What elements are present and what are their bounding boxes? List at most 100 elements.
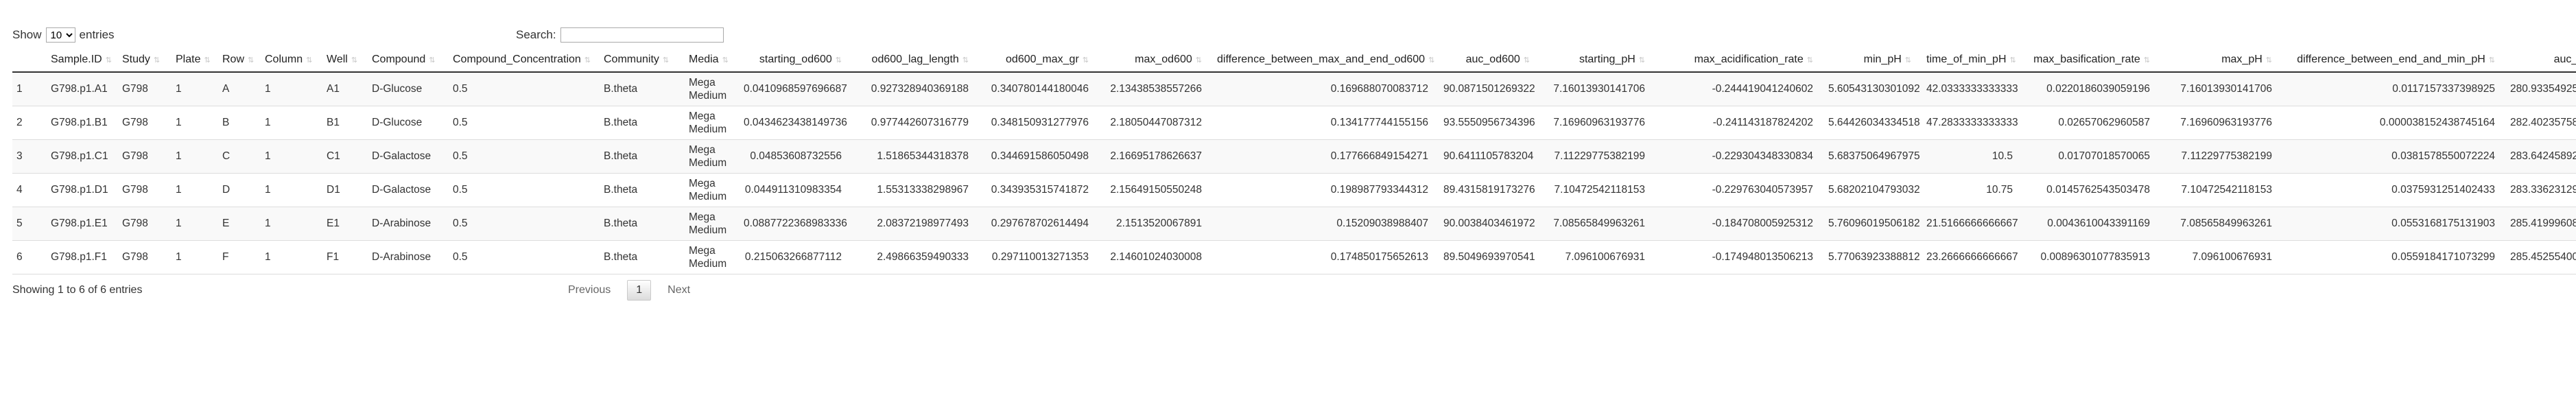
next-button[interactable]: Next — [661, 280, 697, 301]
column-header[interactable]: Study ⇅ — [118, 48, 172, 73]
column-header-label: max_basification_rate — [2033, 54, 2140, 65]
page-1-button[interactable]: 1 — [627, 280, 652, 301]
table-cell: 7.16013930141706 — [1541, 72, 1656, 106]
table-cell: 2.14601024030008 — [1100, 240, 1213, 274]
table-cell: D-Arabinose — [368, 240, 449, 274]
column-header[interactable]: max_basification_rate ⇅ — [2024, 48, 2161, 73]
column-header[interactable]: difference_between_end_and_min_pH ⇅ — [2283, 48, 2506, 73]
length-menu: Show 10 entries — [12, 27, 115, 43]
column-header-label: auc_pH — [2553, 54, 2576, 65]
table-cell: 5.76096019506182 — [1824, 207, 1922, 241]
table-cell: 1 — [172, 240, 218, 274]
table-cell: 283.336231291648 — [2506, 173, 2576, 207]
column-header[interactable]: max_acidification_rate ⇅ — [1656, 48, 1824, 73]
table-cell: G798.p1.D1 — [47, 173, 118, 207]
column-header-label: Row — [222, 54, 245, 65]
table-body: 1 G798.p1.A1 G798 1 A 1 A1 D-Glucose 0.5 B.theta M… — [12, 72, 2576, 274]
table-cell: G798.p1.A1 — [47, 72, 118, 106]
table-cell: D-Arabinose — [368, 207, 449, 241]
data-table: Sample.ID ⇅ Study ⇅ Plate ⇅ Row ⇅ Column ⇅ Well ⇅ Co… — [12, 48, 2576, 274]
column-header[interactable]: od600_max_gr ⇅ — [980, 48, 1100, 73]
column-header[interactable]: Compound ⇅ — [368, 48, 449, 73]
table-cell: 7.16013930141706 — [2161, 72, 2283, 106]
table-cell: F — [218, 240, 261, 274]
table-cell: B.theta — [600, 72, 685, 106]
sort-icon: ⇅ — [2009, 56, 2016, 65]
datatable-wrapper: Show 10 entries Search: Sample.ID ⇅ Study ⇅… — [12, 25, 2576, 316]
column-header[interactable]: time_of_min_pH ⇅ — [1922, 48, 2024, 73]
column-header[interactable]: min_pH ⇅ — [1824, 48, 1922, 73]
column-header-label: starting_pH — [1579, 54, 1635, 65]
table-cell: 1 — [172, 72, 218, 106]
column-header[interactable]: Compound_Concentration ⇅ — [449, 48, 600, 73]
column-header[interactable]: Media ⇅ — [685, 48, 740, 73]
table-cell: Mega Medium — [685, 173, 740, 207]
column-header-label: starting_od600 — [759, 54, 832, 65]
column-header[interactable] — [12, 48, 47, 73]
entries-select[interactable]: 10 — [45, 27, 75, 43]
table-cell: 1 — [172, 139, 218, 174]
table-cell: B1 — [322, 106, 368, 140]
column-header[interactable]: auc_od600 ⇅ — [1439, 48, 1541, 73]
table-cell: 5.68202104793032 — [1824, 173, 1922, 207]
column-header-label: Compound — [372, 54, 426, 65]
table-cell: 0.134177744155156 — [1213, 106, 1439, 140]
table-cell: 0.0117157337398925 — [2283, 72, 2506, 106]
table-cell: 7.16960963193776 — [1541, 106, 1656, 140]
table-cell: B.theta — [600, 173, 685, 207]
column-header[interactable]: difference_between_max_and_end_od600 ⇅ — [1213, 48, 1439, 73]
table-cell: G798 — [118, 173, 172, 207]
table-cell: 0.0410968597696687 — [740, 72, 853, 106]
table-cell: Mega Medium — [685, 240, 740, 274]
search-input[interactable] — [560, 27, 724, 43]
table-row[interactable]: 4 G798.p1.D1 G798 1 D 1 D1 D-Galactose 0.5 B.thet… — [12, 173, 2576, 207]
table-cell: 0.927328940369188 — [853, 72, 980, 106]
table-cell: 280.933549250026 — [2506, 72, 2576, 106]
table-cell: 0.0043610043391169 — [2024, 207, 2161, 241]
table-cell: 5 — [12, 207, 47, 241]
table-cell: 1 — [261, 173, 322, 207]
table-cell: E — [218, 207, 261, 241]
sort-icon: ⇅ — [248, 56, 255, 65]
table-cell: 0.5 — [449, 207, 600, 241]
table-cell: 5.60543130301092 — [1824, 72, 1922, 106]
sort-icon: ⇅ — [153, 56, 161, 65]
table-row[interactable]: 6 G798.p1.F1 G798 1 F 1 F1 D-Arabinose 0.5 B.thet… — [12, 240, 2576, 274]
table-cell: Mega Medium — [685, 72, 740, 106]
column-header[interactable]: starting_pH ⇅ — [1541, 48, 1656, 73]
column-header[interactable]: Column ⇅ — [261, 48, 322, 73]
table-row[interactable]: 2 G798.p1.B1 G798 1 B 1 B1 D-Glucose 0.5 B.theta M… — [12, 106, 2576, 140]
column-header[interactable]: max_od600 ⇅ — [1100, 48, 1213, 73]
table-cell: -0.229763040573957 — [1656, 173, 1824, 207]
column-header[interactable]: starting_od600 ⇅ — [740, 48, 853, 73]
table-cell: 0.02657062960587 — [2024, 106, 2161, 140]
column-header-label: Community — [604, 54, 659, 65]
table-cell: 0.0553168175131903 — [2283, 207, 2506, 241]
column-header-label: max_pH — [2221, 54, 2262, 65]
column-header[interactable]: Sample.ID ⇅ — [47, 48, 118, 73]
table-row[interactable]: 5 G798.p1.E1 G798 1 E 1 E1 D-Arabinose 0.5 B.thet… — [12, 207, 2576, 241]
column-header[interactable]: max_pH ⇅ — [2161, 48, 2283, 73]
table-cell: -0.244419041240602 — [1656, 72, 1824, 106]
column-header[interactable]: Row ⇅ — [218, 48, 261, 73]
table-cell: 1.55313338298967 — [853, 173, 980, 207]
table-cell: G798.p1.C1 — [47, 139, 118, 174]
table-footer: Showing 1 to 6 of 6 entries Previous 1 N… — [12, 274, 2576, 316]
table-row[interactable]: 1 G798.p1.A1 G798 1 A 1 A1 D-Glucose 0.5 B.theta M… — [12, 72, 2576, 106]
column-header[interactable]: Community ⇅ — [600, 48, 685, 73]
sort-icon: ⇅ — [2265, 56, 2272, 65]
column-header[interactable]: Plate ⇅ — [172, 48, 218, 73]
table-cell: 0.343935315741872 — [980, 173, 1100, 207]
table-cell: C1 — [322, 139, 368, 174]
column-header[interactable]: od600_lag_length ⇅ — [853, 48, 980, 73]
table-cell: 0.297678702614494 — [980, 207, 1100, 241]
table-row[interactable]: 3 G798.p1.C1 G798 1 C 1 C1 D-Galactose 0.5 B.thet… — [12, 139, 2576, 174]
table-cell: C — [218, 139, 261, 174]
table-cell: G798 — [118, 106, 172, 140]
column-header[interactable]: Well ⇅ — [322, 48, 368, 73]
previous-button[interactable]: Previous — [561, 280, 617, 301]
column-header[interactable]: auc_pH⇅ — [2506, 48, 2576, 73]
sort-icon: ⇅ — [584, 56, 591, 65]
table-cell: B.theta — [600, 207, 685, 241]
table-cell: 1 — [261, 240, 322, 274]
